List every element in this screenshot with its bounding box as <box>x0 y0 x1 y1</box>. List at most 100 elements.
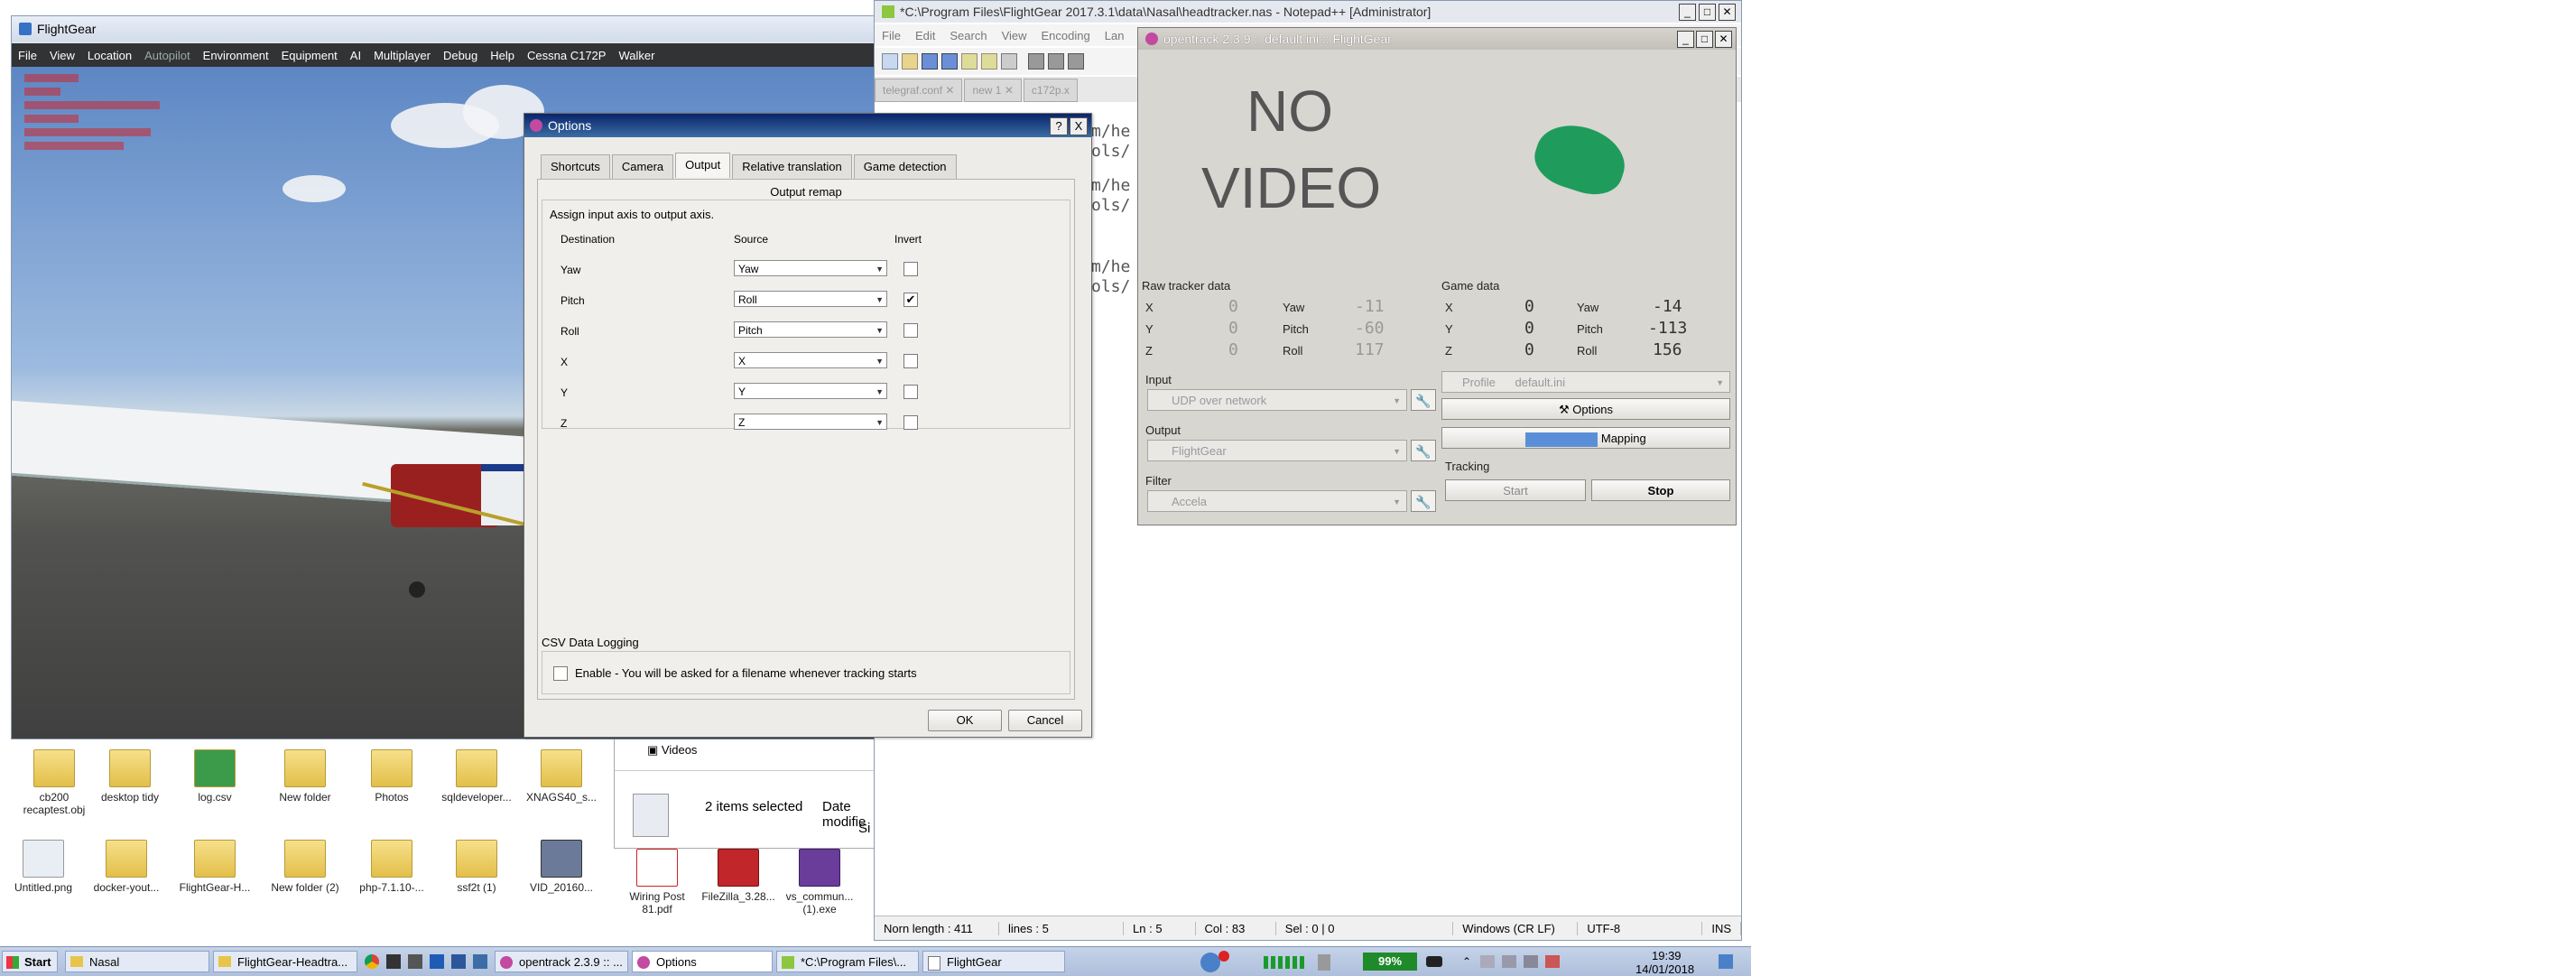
invert-checkbox-z[interactable] <box>903 415 918 430</box>
powershell-icon[interactable] <box>430 954 444 969</box>
menu-encoding[interactable]: Encoding <box>1034 29 1098 42</box>
desktop-icon[interactable]: VID_20160... <box>518 840 605 894</box>
csv-enable-checkbox[interactable] <box>553 666 568 681</box>
desktop-icon[interactable]: php-7.1.10-... <box>348 840 435 894</box>
signal-strength-icon[interactable] <box>1264 956 1307 969</box>
explorer-item-videos[interactable]: ▣ Videos <box>647 743 697 758</box>
save-icon[interactable] <box>922 53 938 70</box>
desktop-icon[interactable]: Wiring Post 81.pdf <box>614 849 700 916</box>
menu-location[interactable]: Location <box>81 49 138 62</box>
chrome-icon[interactable] <box>365 954 379 969</box>
desktop-icon[interactable]: vs_commun... (1).exe <box>776 849 863 916</box>
desktop-icon[interactable]: desktop tidy <box>87 749 173 804</box>
menu-file[interactable]: File <box>12 49 43 62</box>
maximize-button[interactable]: □ <box>1696 31 1713 48</box>
power-plug-icon[interactable] <box>1426 956 1442 967</box>
close-button[interactable]: ✕ <box>1715 31 1732 48</box>
taskbar-item-options[interactable]: Options <box>632 951 773 972</box>
desktop-icon[interactable]: Untitled.png <box>0 840 87 894</box>
update-icon[interactable] <box>1200 953 1220 972</box>
desktop-icon[interactable]: sqldeveloper... <box>433 749 520 804</box>
network-disconnected-icon[interactable] <box>1318 954 1330 971</box>
desktop-icon[interactable]: Photos <box>348 749 435 804</box>
taskbar-item-flightgear[interactable]: FlightGear <box>922 951 1065 972</box>
desktop-icon[interactable]: FlightGear-H... <box>171 840 258 894</box>
menu-language[interactable]: Lan <box>1098 29 1132 42</box>
menu-multiplayer[interactable]: Multiplayer <box>367 49 437 62</box>
print-icon[interactable] <box>1001 53 1017 70</box>
tray-app-icon[interactable] <box>1502 955 1516 968</box>
options-button[interactable]: ⚒ Options <box>1441 398 1730 420</box>
desktop-icon[interactable]: log.csv <box>171 749 258 804</box>
desktop-icon[interactable]: New folder (2) <box>262 840 348 894</box>
maximize-button[interactable]: □ <box>1699 4 1716 21</box>
cancel-button[interactable]: Cancel <box>1008 710 1082 731</box>
close-icon[interactable]: ✕ <box>1005 84 1014 97</box>
menu-cessna[interactable]: Cessna C172P <box>521 49 612 62</box>
source-select-yaw[interactable]: Yaw ▼ <box>734 260 887 276</box>
terminal-icon[interactable] <box>386 954 401 969</box>
window-titlebar[interactable]: FlightGear <box>12 16 878 42</box>
taskbar-item-nasal[interactable]: Nasal <box>65 951 209 972</box>
input-settings-button[interactable]: 🔧 <box>1411 389 1436 411</box>
input-select[interactable]: UDP over network ▼ <box>1147 389 1407 411</box>
volume-muted-icon[interactable] <box>1545 955 1560 968</box>
source-select-y[interactable]: Y ▼ <box>734 383 887 399</box>
output-select[interactable]: FlightGear ▼ <box>1147 440 1407 461</box>
tab-c172p[interactable]: c172p.x <box>1023 79 1078 102</box>
menu-view[interactable]: View <box>43 49 81 62</box>
minimize-button[interactable]: _ <box>1677 31 1694 48</box>
tab-new-1[interactable]: new 1 ✕ <box>964 79 1022 102</box>
ok-button[interactable]: OK <box>928 710 1002 731</box>
menu-file[interactable]: File <box>875 29 908 42</box>
start-button[interactable]: Start <box>2 951 58 972</box>
taskbar-item-flightgear-headtracker[interactable]: FlightGear-Headtra... <box>213 951 357 972</box>
clock-time[interactable]: 19:39 <box>1652 949 1682 962</box>
battery-indicator[interactable]: 99% <box>1363 953 1417 971</box>
dialog-titlebar[interactable]: Options <box>524 114 1091 137</box>
tab-camera[interactable]: Camera <box>611 154 674 180</box>
tab-game-detection[interactable]: Game detection <box>853 154 957 180</box>
monitor-icon[interactable] <box>408 954 422 969</box>
cut-icon[interactable] <box>1028 53 1044 70</box>
stop-button[interactable]: Stop <box>1591 479 1730 501</box>
menu-walker[interactable]: Walker <box>612 49 661 62</box>
menu-ai[interactable]: AI <box>344 49 367 62</box>
close-button[interactable]: ✕ <box>1719 4 1736 21</box>
menu-debug[interactable]: Debug <box>437 49 484 62</box>
window-titlebar[interactable]: opentrack 2.3.9 :: default.ini :: Flight… <box>1138 28 1736 50</box>
clock-date[interactable]: 14/01/2018 <box>1635 962 1694 976</box>
menu-equipment[interactable]: Equipment <box>275 49 344 62</box>
show-desktop-button[interactable] <box>1719 954 1733 969</box>
menu-edit[interactable]: Edit <box>908 29 942 42</box>
source-select-pitch[interactable]: Roll ▼ <box>734 291 887 307</box>
source-select-z[interactable]: Z ▼ <box>734 414 887 430</box>
tab-telegraf-conf[interactable]: telegraf.conf ✕ <box>875 79 963 102</box>
invert-checkbox-roll[interactable] <box>903 323 918 338</box>
profile-select[interactable]: Profile default.ini ▼ <box>1441 371 1730 393</box>
network-icon[interactable] <box>473 954 487 969</box>
help-button[interactable]: ? <box>1050 117 1068 135</box>
desktop-icon[interactable]: XNAGS40_s... <box>518 749 605 804</box>
invert-checkbox-y[interactable] <box>903 385 918 399</box>
close-icon[interactable]: ✕ <box>945 84 954 97</box>
close-button[interactable]: X <box>1070 117 1088 135</box>
menu-environment[interactable]: Environment <box>197 49 275 62</box>
filter-select[interactable]: Accela ▼ <box>1147 490 1407 512</box>
desktop-icon[interactable]: docker-yout... <box>83 840 170 894</box>
menu-view[interactable]: View <box>995 29 1034 42</box>
menu-search[interactable]: Search <box>942 29 994 42</box>
dropbox-icon[interactable] <box>1480 955 1495 968</box>
invert-checkbox-pitch[interactable]: ✔ <box>903 293 918 307</box>
desktop-icon[interactable]: ssf2t (1) <box>433 840 520 894</box>
paste-icon[interactable] <box>1068 53 1084 70</box>
invert-checkbox-yaw[interactable] <box>903 262 918 276</box>
source-select-x[interactable]: X ▼ <box>734 352 887 368</box>
taskbar-item-notepadpp[interactable]: *C:\Program Files\... <box>776 951 919 972</box>
start-button[interactable]: Start <box>1445 479 1586 501</box>
output-settings-button[interactable]: 🔧 <box>1411 440 1436 461</box>
wifi-icon[interactable] <box>1524 955 1538 968</box>
close-file-icon[interactable] <box>961 53 978 70</box>
minimize-button[interactable]: _ <box>1679 4 1696 21</box>
invert-checkbox-x[interactable] <box>903 354 918 368</box>
